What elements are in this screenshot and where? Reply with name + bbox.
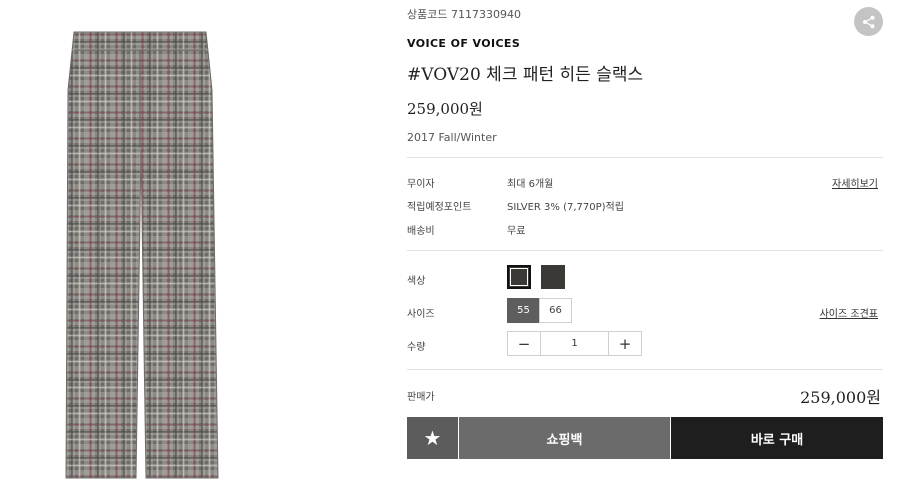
points-label: 적립예정포인트: [407, 202, 472, 213]
check-slacks-image: [65, 31, 219, 479]
points-value: SILVER 3% (7,770P)적립: [507, 202, 624, 213]
shipping-label: 배송비: [407, 226, 435, 237]
color-swatch-1[interactable]: [507, 265, 531, 289]
quantity-input[interactable]: 1: [541, 332, 608, 355]
product-price: 259,000원: [407, 100, 483, 118]
quantity-decrease-button[interactable]: −: [508, 332, 541, 355]
share-button[interactable]: [854, 7, 883, 36]
size-option-55[interactable]: 55: [507, 298, 540, 323]
share-icon: [862, 15, 874, 28]
divider: [407, 157, 883, 158]
size-option-66[interactable]: 66: [539, 298, 572, 323]
buy-now-button[interactable]: 바로 구매: [671, 417, 883, 459]
product-code: 상품코드 7117330940: [407, 8, 521, 21]
product-image: [60, 30, 220, 485]
size-chart-link[interactable]: 사이즈 조견표: [820, 305, 878, 320]
divider: [407, 250, 883, 251]
shipping-value: 무료: [507, 226, 526, 237]
product-info: 상품코드 7117330940 VOICE OF VOICES #VOV20 체…: [407, 0, 883, 493]
favorite-button[interactable]: ★: [407, 417, 458, 459]
color-label: 색상: [407, 276, 426, 287]
total-price: 259,000원: [800, 388, 881, 407]
size-label: 사이즈: [407, 309, 435, 320]
star-icon: ★: [423, 426, 442, 450]
color-swatch-2[interactable]: [541, 265, 565, 289]
shopping-bag-button[interactable]: 쇼핑백: [459, 417, 670, 459]
installment-label: 무이자: [407, 179, 435, 190]
divider: [407, 369, 883, 370]
total-label: 판매가: [407, 392, 435, 403]
quantity-stepper: − 1 +: [507, 331, 642, 356]
quantity-label: 수량: [407, 342, 426, 353]
installment-value: 최대 6개월: [507, 179, 554, 190]
brand-name[interactable]: VOICE OF VOICES: [407, 37, 520, 50]
installment-details-link[interactable]: 자세히보기: [832, 175, 878, 190]
quantity-increase-button[interactable]: +: [608, 332, 641, 355]
product-season: 2017 Fall/Winter: [407, 131, 497, 144]
product-title: #VOV20 체크 패턴 히든 슬랙스: [407, 65, 644, 85]
